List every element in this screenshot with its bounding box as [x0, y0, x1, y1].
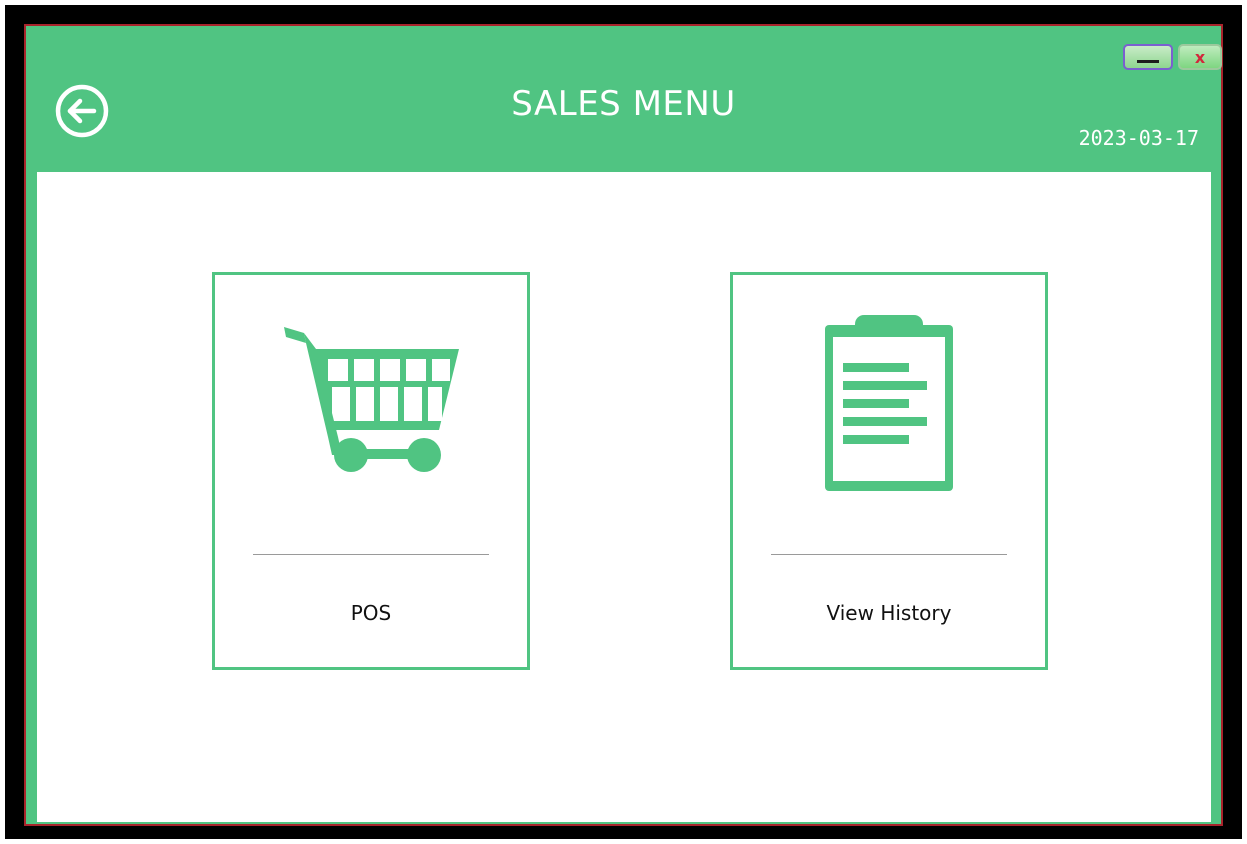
view-history-label: View History	[826, 601, 952, 625]
clipboard-icon	[825, 315, 953, 491]
pos-card-divider	[253, 554, 489, 555]
pos-label: POS	[350, 601, 392, 625]
minimize-button[interactable]	[1123, 44, 1173, 70]
view-history-card-button[interactable]: View History	[730, 272, 1048, 670]
minimize-icon	[1137, 59, 1159, 63]
history-card-divider	[771, 554, 1007, 555]
pos-card-button[interactable]: POS	[212, 272, 530, 670]
close-icon: x	[1194, 47, 1206, 67]
page-title: SALES MENU	[511, 84, 736, 124]
main-content: POS View History	[37, 172, 1211, 822]
pos-icon-wrapper	[215, 315, 527, 475]
window-outer-border: SALES MENU x 2023-03-17 POS View History	[5, 5, 1242, 839]
header-bar: SALES MENU x 2023-03-17	[26, 26, 1222, 172]
shopping-cart-icon	[284, 327, 459, 472]
current-date: 2023-03-17	[1078, 126, 1199, 150]
close-button[interactable]: x	[1178, 44, 1222, 70]
history-icon-wrapper	[733, 315, 1045, 495]
app-window: SALES MENU x 2023-03-17 POS View History	[24, 24, 1223, 826]
